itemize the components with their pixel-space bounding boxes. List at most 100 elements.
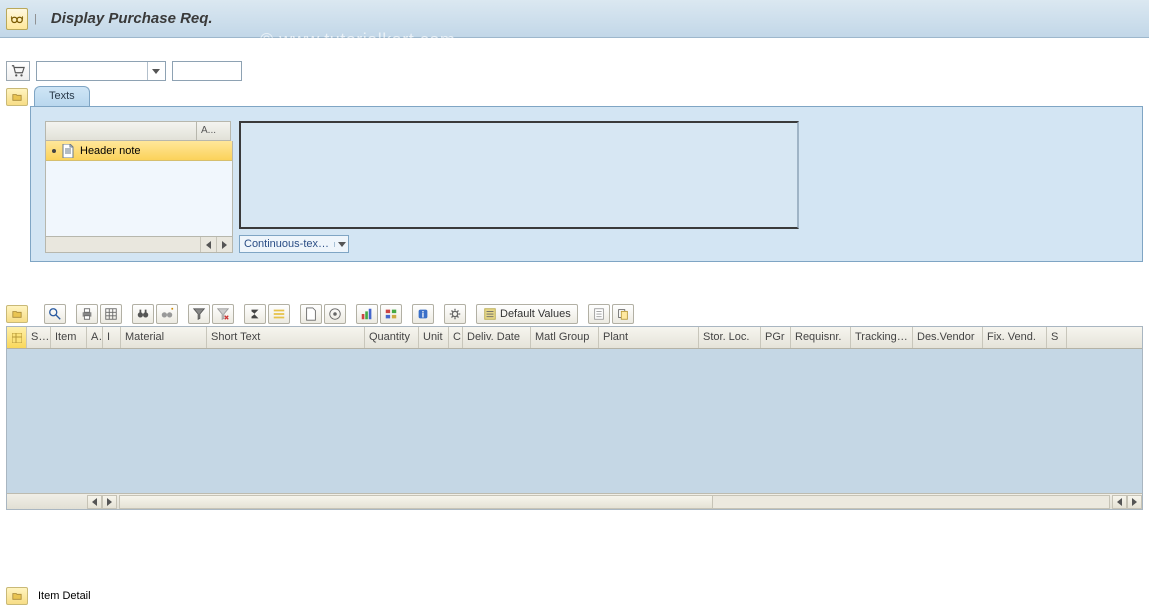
views-button[interactable] [324,304,346,324]
details-button[interactable] [44,304,66,324]
document-header-row [0,58,1149,84]
col-s[interactable]: S [1047,327,1067,348]
find-button[interactable] [132,304,154,324]
item-detail-section: Item Detail [6,587,91,605]
grid-horizontal-scrollbar [7,493,1142,509]
editor-mode-combo[interactable]: Continuous-tex… [239,235,349,253]
col-a[interactable]: A [87,327,103,348]
editor-mode-value: Continuous-tex… [244,238,329,250]
tab-texts[interactable]: Texts [34,86,90,106]
grid-body-empty [7,349,1142,493]
scroll-right-button[interactable] [102,495,117,509]
binoculars-icon [136,307,150,321]
help-button[interactable] [588,304,610,324]
copy-button[interactable] [612,304,634,324]
col-i[interactable]: I [103,327,121,348]
doc-number-field[interactable] [172,61,242,81]
sigma-icon [248,307,262,321]
svg-text:i: i [422,310,424,320]
wrench-icon [384,307,398,321]
tab-texts-label: Texts [49,90,75,102]
col-material[interactable]: Material [121,327,207,348]
filter-delete-button[interactable] [212,304,234,324]
find-next-button[interactable] [156,304,178,324]
printer-icon [80,307,94,321]
list-icon [483,307,497,321]
col-item[interactable]: Item [51,327,87,348]
scroll-right-button-2[interactable] [1127,495,1142,509]
funnel-icon [192,307,206,321]
default-values-label: Default Values [500,308,571,320]
glasses-icon [10,12,24,26]
col-c[interactable]: C [449,327,463,348]
scroll-left-button[interactable] [87,495,102,509]
info-button[interactable]: i [412,304,434,324]
chart-icon [360,307,374,321]
col-matl-group[interactable]: Matl Group [531,327,599,348]
col-status[interactable]: St… [27,327,51,348]
cart-icon [11,64,25,78]
col-unit[interactable]: Unit [419,327,449,348]
col-des-vendor[interactable]: Des.Vendor [913,327,983,348]
print-button[interactable] [76,304,98,324]
header-tabstrip: Texts [0,86,1149,106]
chevron-down-icon [334,242,348,247]
subtotal-icon [272,307,286,321]
views-icon [328,307,342,321]
col-deliv-date[interactable]: Deliv. Date [463,327,531,348]
select-all-button[interactable] [7,327,27,348]
scrollbar-thumb[interactable] [120,496,713,508]
settings-button[interactable] [380,304,402,324]
sum-button[interactable] [244,304,266,324]
item-overview-grid: St… Item A I Material Short Text Quantit… [6,326,1143,510]
texts-panel: A... Header note Continuous-tex… [30,106,1143,262]
gear-icon [448,307,462,321]
col-requisnr[interactable]: Requisnr. [791,327,851,348]
subtotal-button[interactable] [268,304,290,324]
chevron-left-icon [92,498,97,506]
col-short-text[interactable]: Short Text [207,327,365,348]
item-detail-label: Item Detail [38,590,91,602]
scrollbar-track[interactable] [119,495,1110,509]
folder-icon [12,591,22,601]
page-icon [304,307,318,321]
col-stor-loc[interactable]: Stor. Loc. [699,327,761,348]
col-quantity[interactable]: Quantity [365,327,419,348]
tree-col-a: A... [197,121,231,141]
expand-item-detail-button[interactable] [6,587,28,605]
default-values-button[interactable]: Default Values [476,304,578,324]
expand-items-button[interactable] [6,305,28,323]
personal-settings-button[interactable] [444,304,466,324]
cart-button[interactable] [6,61,30,81]
col-plant[interactable]: Plant [599,327,699,348]
page-lines-icon [592,307,606,321]
tree-item-header-note[interactable]: Header note [46,141,232,161]
binoculars-plus-icon [160,307,174,321]
info-icon: i [416,307,430,321]
col-pgr[interactable]: PGr [761,327,791,348]
col-fix-vend[interactable]: Fix. Vend. [983,327,1047,348]
col-tracking[interactable]: Tracking… [851,327,913,348]
document-icon [62,144,74,158]
select-all-icon [12,333,22,343]
export-button[interactable] [300,304,322,324]
folder-icon [12,309,22,319]
copy-icon [616,307,630,321]
display-toggle-button[interactable] [6,8,28,30]
tree-scroll-right[interactable] [216,237,232,252]
layout-button[interactable] [100,304,122,324]
doc-type-combo[interactable] [36,61,166,81]
scroll-left-button-2[interactable] [1112,495,1127,509]
chevron-right-icon [222,241,227,249]
chevron-left-icon [1117,498,1122,506]
chevron-left-icon [206,241,211,249]
tree-col-blank [45,121,197,141]
page-title: Display Purchase Req. [51,10,213,27]
graphic-button[interactable] [356,304,378,324]
filter-button[interactable] [188,304,210,324]
chevron-right-icon [107,498,112,506]
expand-header-button[interactable] [6,88,28,106]
text-type-tree: A... Header note [45,121,233,253]
tree-scroll-left[interactable] [200,237,216,252]
long-text-editor[interactable] [239,121,799,229]
